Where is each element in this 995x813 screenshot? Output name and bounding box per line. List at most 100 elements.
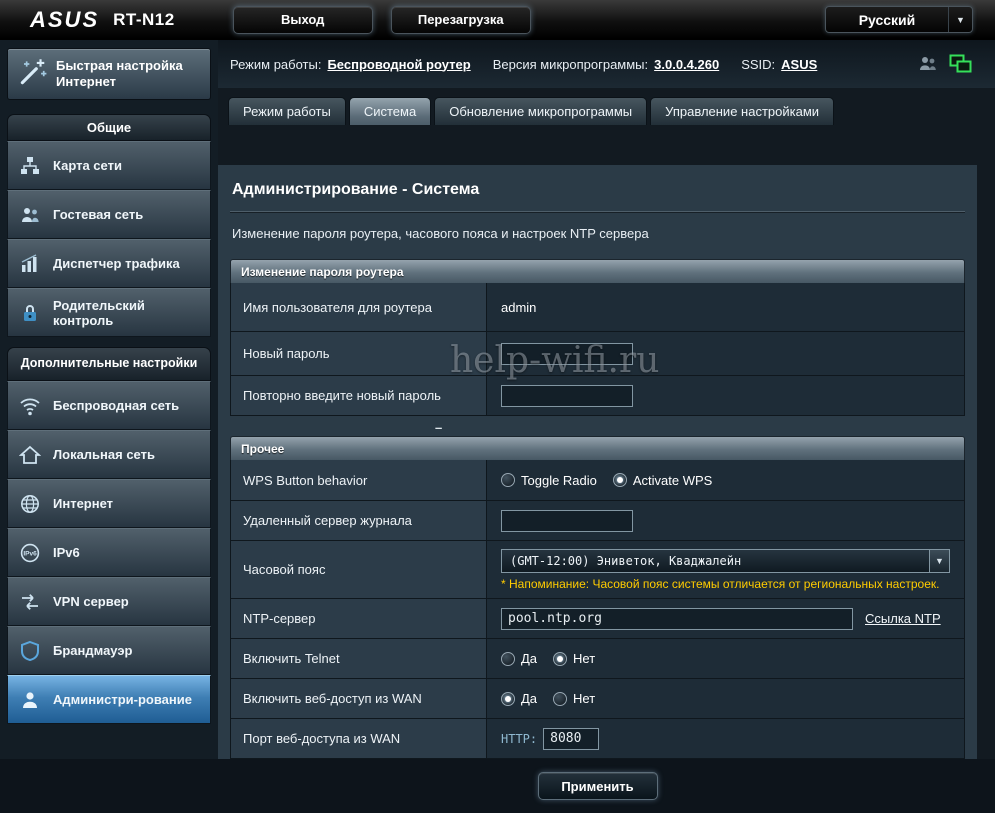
tab-bar: Режим работы Система Обновление микропро… [218,88,995,125]
wps-behavior-label: WPS Button behavior [231,460,487,500]
telnet-label: Включить Telnet [231,639,487,678]
ntp-server-label: NTP-сервер [231,599,487,638]
chevron-down-icon: ▼ [929,550,949,572]
wan-access-yes-radio-option[interactable]: Да [501,691,537,706]
table-row: Включить веб-доступ из WAN Да Нет [231,678,964,718]
tab-firmware-upgrade[interactable]: Обновление микропрограммы [434,97,647,125]
sidebar-item-internet[interactable]: Интернет [7,479,211,528]
username-value-cell: admin [487,283,964,331]
telnet-no-radio[interactable] [553,652,567,666]
sidebar-item-lan[interactable]: Локальная сеть [7,430,211,479]
sidebar-item-label: Локальная сеть [53,447,155,462]
timezone-label: Часовой пояс [231,541,487,598]
new-password-cell [487,332,964,375]
language-select[interactable]: Русский ▼ [825,6,973,33]
sidebar-item-ipv6[interactable]: IPv6 IPv6 [7,528,211,577]
timezone-select[interactable]: (GMT-12:00) Эниветок, Кваджалейн ▼ [501,549,950,573]
sidebar-item-vpn[interactable]: VPN сервер [7,577,211,626]
wps-activate-radio-option[interactable]: Activate WPS [613,473,712,488]
quick-setup-line1: Быстрая настройка [56,58,183,73]
radio-label: Activate WPS [633,473,712,488]
section-header-password: Изменение пароля роутера [230,259,965,283]
top-bar: ASUS RT-N12 Выход Перезагрузка Русский ▼ [0,0,995,40]
sidebar-item-label: VPN сервер [53,594,129,609]
traffic-manager-icon [17,253,43,275]
username-label: Имя пользователя для роутера [231,283,487,331]
svg-text:IPv6: IPv6 [23,550,37,557]
wps-activate-radio[interactable] [613,473,627,487]
wan-web-access-label: Включить веб-доступ из WAN [231,679,487,718]
ntp-server-cell: Ссылка NTP [487,599,964,638]
remote-log-server-field[interactable] [501,510,633,532]
wan-web-port-cell: HTTP: [487,719,964,758]
lock-icon [17,302,43,324]
confirm-password-cell [487,376,964,415]
router-model-label: RT-N12 [113,10,175,30]
telnet-no-radio-option[interactable]: Нет [553,651,595,666]
wan-web-port-field[interactable] [543,728,599,750]
page-description: Изменение пароля роутера, часового пояса… [230,212,965,259]
shield-icon [17,640,43,662]
radio-label: Нет [573,691,595,706]
sidebar-item-administration[interactable]: Администри-рование [7,675,211,724]
ntp-link[interactable]: Ссылка NTP [865,611,941,626]
sidebar-item-label: Брандмауэр [53,643,132,658]
radio-label: Да [521,651,537,666]
sidebar-spacer [7,337,211,347]
sidebar-item-label: Карта сети [53,158,122,173]
firmware-version-link[interactable]: 3.0.0.4.260 [654,57,719,72]
vpn-icon [17,591,43,613]
sidebar-item-traffic-manager[interactable]: Диспетчер трафика [7,239,211,288]
tab-system[interactable]: Система [349,97,431,125]
ssid-label: SSID: [741,57,775,72]
network-status-icon[interactable] [949,54,973,74]
sidebar-item-label: Администри-рование [53,692,192,707]
wps-behavior-cell: Toggle Radio Activate WPS [487,460,964,500]
status-icons [917,54,973,74]
table-row: Повторно введите новый пароль [231,375,964,415]
sidebar-item-guest-network[interactable]: Гостевая сеть [7,190,211,239]
telnet-yes-radio-option[interactable]: Да [501,651,537,666]
reboot-button[interactable]: Перезагрузка [391,6,531,34]
radio-label: Нет [573,651,595,666]
section-header-misc: Прочее [230,436,965,460]
sidebar-item-firewall[interactable]: Брандмауэр [7,626,211,675]
logout-button[interactable]: Выход [233,6,373,34]
wps-toggle-radio[interactable] [501,473,515,487]
http-prefix-label: HTTP: [501,732,537,746]
operation-mode-link[interactable]: Беспроводной роутер [327,57,470,72]
magic-wand-icon [16,56,48,93]
apply-button[interactable]: Применить [538,772,658,800]
ssid-link[interactable]: ASUS [781,57,817,72]
sidebar-item-network-map[interactable]: Карта сети [7,141,211,190]
remote-log-server-label: Удаленный сервер журнала [231,501,487,540]
wan-access-no-radio-option[interactable]: Нет [553,691,595,706]
sidebar-section-advanced: Дополнительные настройки [7,347,211,381]
table-row: Новый пароль [231,331,964,375]
confirm-password-field[interactable] [501,385,633,407]
radio-label: Да [521,691,537,706]
table-row: Часовой пояс (GMT-12:00) Эниветок, Квадж… [231,540,964,598]
sidebar: Быстрая настройка Интернет Общие Карта с… [0,40,218,759]
sidebar-item-wireless[interactable]: Беспроводная сеть [7,381,211,430]
sidebar-item-parental-control[interactable]: Родительский контроль [7,288,211,337]
wan-access-yes-radio[interactable] [501,692,515,706]
clients-icon[interactable] [917,55,939,73]
radio-label: Toggle Radio [521,473,597,488]
ipv6-icon: IPv6 [17,542,43,564]
collapse-indicator[interactable]: – [230,422,965,436]
misc-table: WPS Button behavior Toggle Radio Activat… [230,460,965,759]
sidebar-item-quick-internet-setup[interactable]: Быстрая настройка Интернет [7,48,211,100]
telnet-cell: Да Нет [487,639,964,678]
wps-toggle-radio-option[interactable]: Toggle Radio [501,473,597,488]
sidebar-item-label: Беспроводная сеть [53,398,179,413]
tab-settings-management[interactable]: Управление настройками [650,97,834,125]
wan-access-no-radio[interactable] [553,692,567,706]
tab-operation-mode[interactable]: Режим работы [228,97,346,125]
telnet-yes-radio[interactable] [501,652,515,666]
new-password-field[interactable] [501,343,633,365]
confirm-password-label: Повторно введите новый пароль [231,376,487,415]
table-row: Удаленный сервер журнала [231,500,964,540]
remote-log-server-cell [487,501,964,540]
ntp-server-field[interactable] [501,608,853,630]
